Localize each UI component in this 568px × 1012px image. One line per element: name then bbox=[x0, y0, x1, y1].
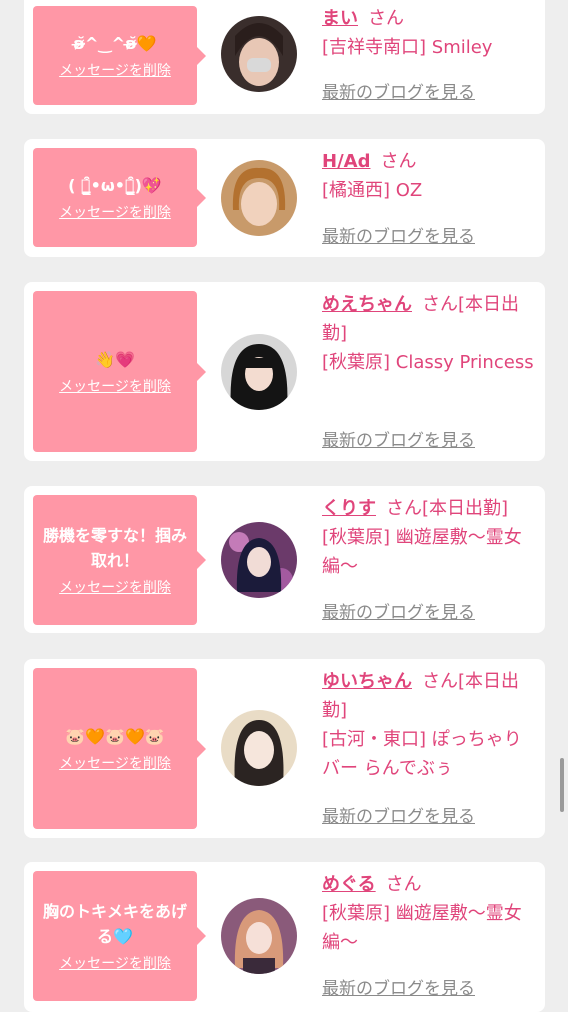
shop-name: [吉祥寺南口] Smiley bbox=[322, 37, 493, 58]
san-label: さん bbox=[380, 151, 417, 172]
delete-message-link[interactable]: メッセージを削除 bbox=[59, 60, 171, 80]
girl-name-link[interactable]: H/Ad bbox=[322, 151, 370, 172]
san-label: さん bbox=[422, 671, 458, 692]
message-card: ( ฅ̳͒•ω•ฅ̳͒)💖 メッセージを削除 H/Ad さん [橘通西] OZ 最… bbox=[24, 139, 545, 257]
delete-message-link[interactable]: メッセージを削除 bbox=[59, 202, 171, 222]
shop-name: [秋葉原] Classy Princess bbox=[322, 352, 534, 373]
san-label: さん bbox=[422, 294, 458, 315]
avatar[interactable] bbox=[221, 334, 297, 410]
message-card: 🐷🧡🐷🧡🐷 メッセージを削除 ゆいちゃん さん[本日出勤] [古河・東口] ぽっち… bbox=[24, 659, 545, 838]
avatar[interactable] bbox=[221, 160, 297, 236]
girl-name-link[interactable]: くりす bbox=[322, 498, 376, 519]
delete-message-link[interactable]: メッセージを削除 bbox=[59, 376, 171, 396]
girl-name-link[interactable]: めぐる bbox=[322, 874, 376, 895]
girl-info: めえちゃん さん[本日出勤] [秋葉原] Classy Princess bbox=[322, 290, 537, 377]
latest-blog-link[interactable]: 最新のブログを見る bbox=[322, 426, 475, 451]
attendance-label: [本日出勤] bbox=[422, 498, 509, 519]
avatar[interactable] bbox=[221, 16, 297, 92]
avatar[interactable] bbox=[221, 898, 297, 974]
san-label: さん bbox=[386, 498, 422, 519]
san-label: さん bbox=[368, 8, 404, 29]
san-label: さん bbox=[385, 874, 422, 895]
delete-message-link[interactable]: メッセージを削除 bbox=[59, 753, 171, 773]
latest-blog-link[interactable]: 最新のブログを見る bbox=[322, 802, 475, 827]
message-bubble: 🐷🧡🐷🧡🐷 メッセージを削除 bbox=[33, 668, 206, 829]
message-card: 勝機を零すな！掴み取れ！ メッセージを削除 くりす さん[本日出勤] [秋葉原] … bbox=[24, 486, 545, 633]
girl-name-link[interactable]: めえちゃん bbox=[322, 294, 412, 315]
message-text: 勝機を零すな！掴み取れ！ bbox=[42, 526, 187, 570]
shop-name: [秋葉原] 幽遊屋敷〜霊女編〜 bbox=[322, 903, 522, 953]
message-bubble: 勝機を零すな！掴み取れ！ メッセージを削除 bbox=[33, 495, 206, 625]
shop-name: [秋葉原] 幽遊屋敷〜霊女編〜 bbox=[322, 527, 522, 577]
message-bubble: 胸のトキメキをあげる🩵 メッセージを削除 bbox=[33, 871, 206, 1001]
message-text: ( ฅ̳͒•ω•ฅ̳͒)💖 bbox=[68, 176, 162, 195]
message-text: 👋💗 bbox=[95, 350, 135, 369]
girl-info: めぐる さん [秋葉原] 幽遊屋敷〜霊女編〜 bbox=[322, 870, 537, 957]
latest-blog-link[interactable]: 最新のブログを見る bbox=[322, 974, 475, 999]
girl-info: まい さん [吉祥寺南口] Smiley bbox=[322, 4, 537, 62]
latest-blog-link[interactable]: 最新のブログを見る bbox=[322, 222, 475, 247]
avatar[interactable] bbox=[221, 710, 297, 786]
girl-info: H/Ad さん [橘通西] OZ bbox=[322, 147, 537, 205]
message-bubble: ( ฅ̳͒•ω•ฅ̳͒)💖 メッセージを削除 bbox=[33, 148, 206, 247]
scrollbar[interactable] bbox=[560, 758, 564, 812]
delete-message-link[interactable]: メッセージを削除 bbox=[59, 577, 171, 597]
girl-name-link[interactable]: ゆいちゃん bbox=[322, 671, 412, 692]
girl-info: ゆいちゃん さん[本日出勤] [古河・東口] ぽっちゃりバー らんでぶぅ bbox=[322, 667, 537, 783]
message-bubble: ʚ̴̶̷̆^‿^ʚ̴̶̷̆🧡 メッセージを削除 bbox=[33, 6, 206, 105]
shop-name: [古河・東口] ぽっちゃりバー らんでぶぅ bbox=[322, 729, 522, 779]
message-card: 胸のトキメキをあげる🩵 メッセージを削除 めぐる さん [秋葉原] 幽遊屋敷〜霊女… bbox=[24, 862, 545, 1012]
message-text: 胸のトキメキをあげる🩵 bbox=[42, 902, 187, 946]
shop-name: [橘通西] OZ bbox=[322, 180, 423, 201]
message-text: 🐷🧡🐷🧡🐷 bbox=[65, 727, 165, 746]
message-card: ʚ̴̶̷̆^‿^ʚ̴̶̷̆🧡 メッセージを削除 まい さん [吉祥寺南口] Smi… bbox=[24, 0, 545, 114]
message-card: 👋💗 メッセージを削除 めえちゃん さん[本日出勤] [秋葉原] Classy P… bbox=[24, 282, 545, 461]
message-text: ʚ̴̶̷̆^‿^ʚ̴̶̷̆🧡 bbox=[73, 34, 157, 53]
latest-blog-link[interactable]: 最新のブログを見る bbox=[322, 598, 475, 623]
girl-info: くりす さん[本日出勤] [秋葉原] 幽遊屋敷〜霊女編〜 bbox=[322, 494, 537, 581]
delete-message-link[interactable]: メッセージを削除 bbox=[59, 953, 171, 973]
message-bubble: 👋💗 メッセージを削除 bbox=[33, 291, 206, 452]
avatar[interactable] bbox=[221, 522, 297, 598]
latest-blog-link[interactable]: 最新のブログを見る bbox=[322, 78, 475, 103]
girl-name-link[interactable]: まい bbox=[322, 8, 358, 29]
